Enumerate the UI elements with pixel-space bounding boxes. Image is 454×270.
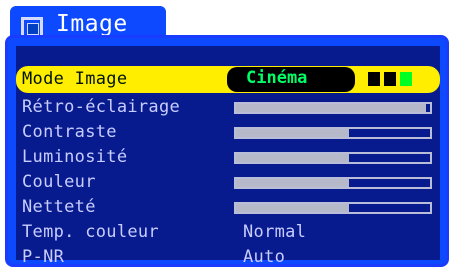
backlight-label: Rétro-éclairage: [22, 97, 181, 117]
slider-fill: [236, 204, 349, 212]
temperature-label: Temp. couleur: [22, 222, 159, 242]
sharpness-label: Netteté: [22, 197, 96, 217]
menu-item-sharpness[interactable]: Netteté: [16, 196, 440, 220]
contrast-label: Contraste: [22, 122, 117, 142]
menu-item-temperature[interactable]: Temp. couleur Normal: [16, 221, 440, 245]
backlight-slider[interactable]: [234, 102, 432, 114]
osd-panel: Mode Image Cinéma Rétro-éclairage Contra…: [5, 35, 449, 267]
menu-item-brightness[interactable]: Luminosité: [16, 146, 440, 170]
menu-item-mode-image[interactable]: Mode Image Cinéma: [16, 66, 440, 93]
contrast-slider[interactable]: [234, 127, 432, 139]
indicator-square: [384, 72, 396, 86]
indicator-square: [368, 72, 380, 86]
menu-item-color[interactable]: Couleur: [16, 171, 440, 195]
menu-list: Mode Image Cinéma Rétro-éclairage Contra…: [16, 46, 440, 267]
selection-highlight: Mode Image Cinéma: [16, 66, 440, 93]
temperature-value: Normal: [243, 222, 307, 242]
sharpness-slider[interactable]: [234, 202, 432, 214]
color-slider[interactable]: [234, 177, 432, 189]
menu-item-backlight[interactable]: Rétro-éclairage: [16, 96, 440, 120]
mode-value: Cinéma: [246, 68, 308, 88]
tab-title: Image: [56, 11, 128, 37]
color-label: Couleur: [22, 172, 96, 192]
indicator-square-active: [400, 72, 412, 86]
pnr-label: P-NR: [22, 247, 65, 267]
brightness-slider[interactable]: [234, 152, 432, 164]
slider-fill: [236, 154, 349, 162]
mode-image-label: Mode Image: [22, 69, 128, 89]
slider-fill: [236, 104, 427, 112]
pnr-value: Auto: [243, 247, 286, 267]
menu-item-pnr[interactable]: P-NR Auto: [16, 246, 440, 270]
slider-fill: [236, 179, 349, 187]
slider-fill: [236, 129, 349, 137]
mode-value-box[interactable]: Cinéma: [227, 67, 355, 92]
menu-item-contrast[interactable]: Contraste: [16, 121, 440, 145]
brightness-label: Luminosité: [22, 147, 128, 167]
